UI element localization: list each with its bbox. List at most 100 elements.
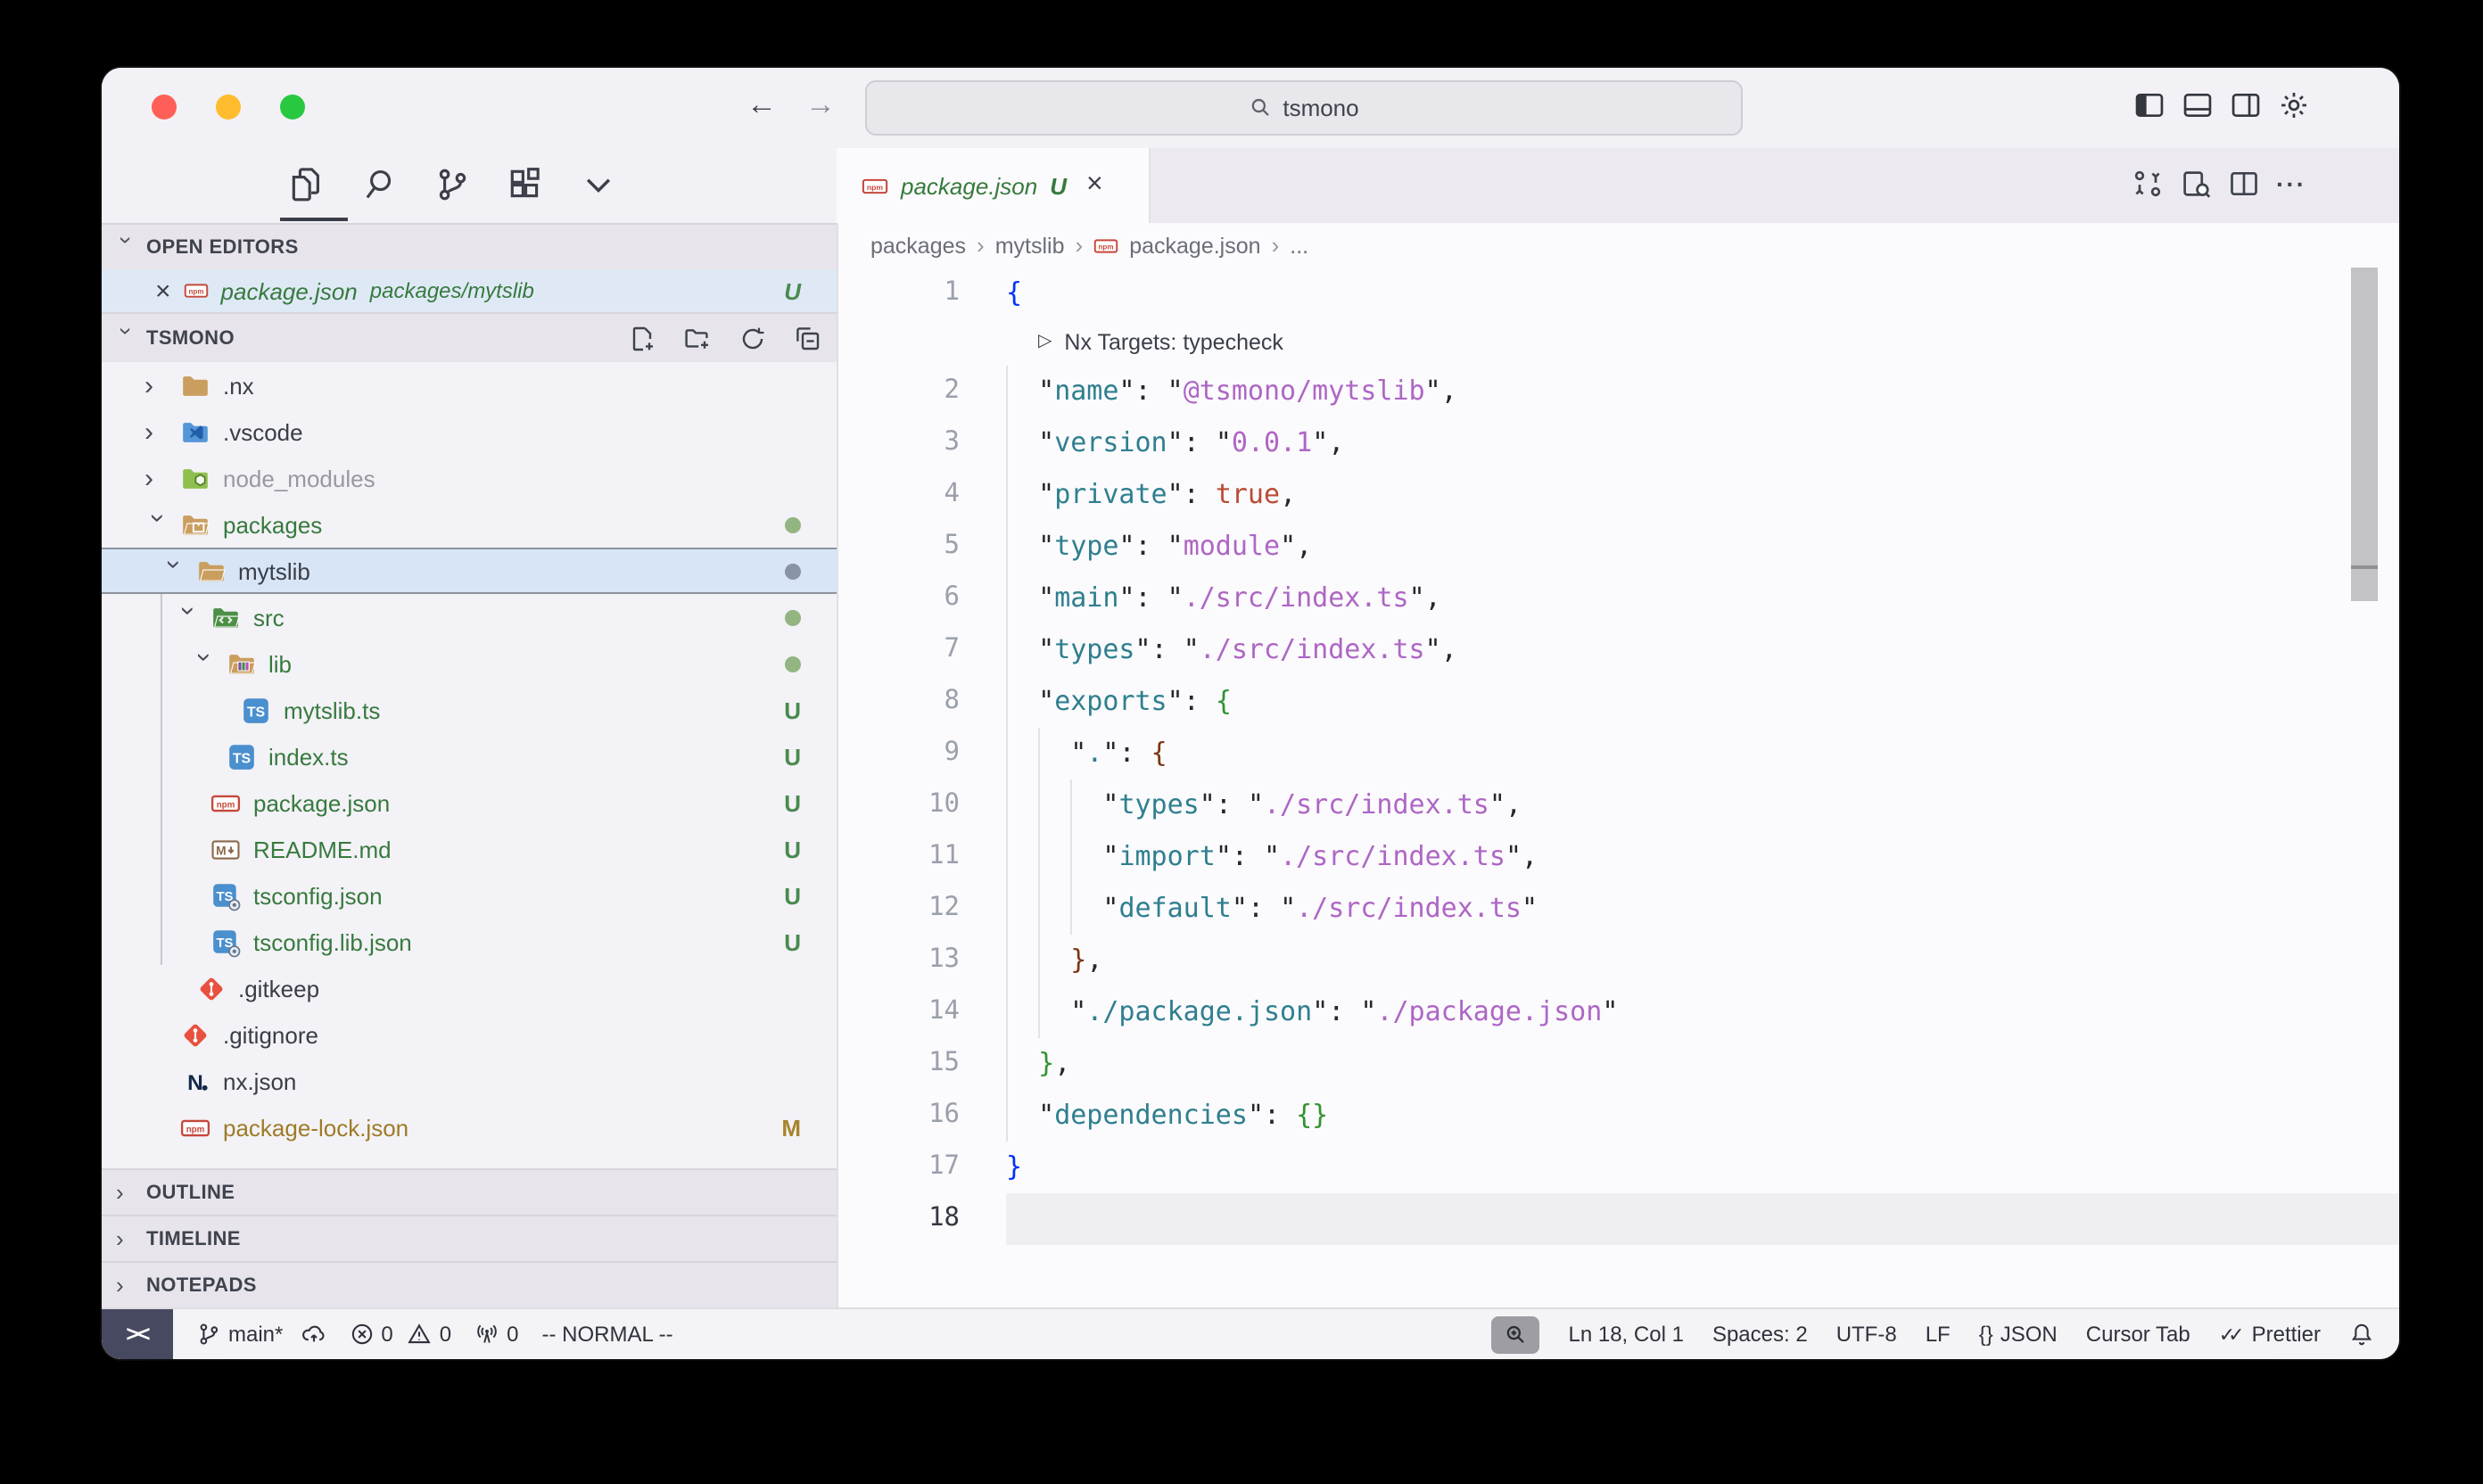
zoom-in-icon: [1505, 1323, 1528, 1346]
tree-item-nx[interactable]: ›.nx: [102, 362, 837, 408]
code-line-14[interactable]: 14 "./package.json": "./package.json": [838, 986, 2399, 1038]
breadcrumb[interactable]: packages › mytslib › npm package.json › …: [838, 223, 2399, 268]
breadcrumb-item[interactable]: packages: [870, 233, 966, 258]
code-line-11[interactable]: 11 "import": "./src/index.ts",: [838, 831, 2399, 883]
formatter-item[interactable]: ✓✓ Prettier: [2219, 1322, 2321, 1347]
tab-package-json[interactable]: npm package.json U ×: [837, 148, 1151, 223]
collapse-folders-icon[interactable]: [794, 324, 822, 352]
git-status-badge: U: [784, 928, 801, 955]
code-line-17[interactable]: 17}: [838, 1142, 2399, 1193]
code-line-13[interactable]: 13 },: [838, 935, 2399, 986]
scrollbar-slider[interactable]: [2351, 268, 2378, 565]
remote-indicator[interactable]: ><: [102, 1309, 173, 1359]
code-line-3[interactable]: 3 "version": "0.0.1",: [838, 417, 2399, 469]
navigate-back-button[interactable]: ←: [742, 87, 781, 123]
tree-item-node-modules[interactable]: ›node_modules: [102, 455, 837, 501]
open-changes-icon[interactable]: [2132, 168, 2164, 200]
tree-item-gitkeep[interactable]: .gitkeep: [102, 965, 837, 1011]
vim-mode-item[interactable]: -- NORMAL --: [542, 1322, 673, 1347]
toggle-panel-icon[interactable]: [2182, 89, 2214, 121]
zoom-indicator[interactable]: [1492, 1315, 1540, 1353]
new-folder-icon[interactable]: [683, 324, 712, 352]
extensions-icon[interactable]: [507, 166, 544, 203]
open-editors-header[interactable]: › OPEN EDITORS: [102, 223, 837, 269]
minimize-window-button[interactable]: [216, 95, 241, 120]
tab-close-icon[interactable]: ×: [1086, 169, 1103, 202]
more-actions-icon[interactable]: ···: [2276, 168, 2306, 200]
line-number: 5: [838, 521, 960, 573]
close-window-button[interactable]: [152, 95, 177, 120]
code-line-7[interactable]: 7 "types": "./src/index.ts",: [838, 624, 2399, 676]
source-control-icon[interactable]: [433, 166, 471, 203]
notifications-item[interactable]: [2349, 1322, 2374, 1347]
tree-item-src[interactable]: ›src: [102, 594, 837, 640]
active-view-indicator: [280, 218, 348, 221]
new-file-icon[interactable]: [628, 324, 656, 352]
code-line-9[interactable]: 9 ".": {: [838, 728, 2399, 779]
tree-item-mytslib[interactable]: ›mytslib: [102, 548, 837, 594]
toggle-secondary-sidebar-icon[interactable]: [2230, 89, 2262, 121]
tree-item-vscode[interactable]: ›.vscode: [102, 408, 837, 455]
tree-item-nx-json[interactable]: Nnx.json: [102, 1058, 837, 1104]
refresh-icon[interactable]: [738, 324, 767, 352]
split-editor-icon[interactable]: [2228, 168, 2260, 200]
line-number: 17: [838, 1142, 960, 1193]
svg-text:npm: npm: [186, 1124, 205, 1134]
tree-item-mytslib-ts[interactable]: TSmytslib.tsU: [102, 687, 837, 733]
tree-item-tsconfig-json[interactable]: TStsconfig.jsonU: [102, 872, 837, 919]
command-center-search[interactable]: tsmono: [865, 80, 1743, 136]
indentation-item[interactable]: Spaces: 2: [1712, 1322, 1808, 1347]
close-editor-icon[interactable]: ×: [155, 276, 171, 306]
breadcrumb-item[interactable]: ...: [1290, 233, 1308, 258]
codelens-nx-targets[interactable]: ▷Nx Targets: typecheck: [838, 319, 2399, 366]
tree-item-packages[interactable]: ›packages: [102, 501, 837, 548]
folder-src-icon: [210, 602, 241, 632]
git-branch-item[interactable]: main*: [196, 1322, 326, 1347]
chevron-down-icon: ›: [173, 606, 203, 641]
open-editor-item[interactable]: × npm package.json packages/mytslib U: [102, 269, 837, 312]
zoom-window-button[interactable]: [280, 95, 305, 120]
cursor-position-item[interactable]: Ln 18, Col 1: [1569, 1322, 1684, 1347]
outline-header[interactable]: › OUTLINE: [102, 1168, 837, 1215]
toggle-primary-sidebar-icon[interactable]: [2133, 89, 2165, 121]
settings-gear-icon[interactable]: [2278, 89, 2310, 121]
code-line-8[interactable]: 8 "exports": {: [838, 676, 2399, 728]
tree-item-gitignore[interactable]: .gitignore: [102, 1011, 837, 1058]
explorer-icon[interactable]: [287, 166, 325, 203]
language-mode-item[interactable]: {} JSON: [1979, 1322, 2058, 1347]
workspace-header[interactable]: › TSMONO: [102, 312, 837, 362]
code-line-5[interactable]: 5 "type": "module",: [838, 521, 2399, 573]
code-line-6[interactable]: 6 "main": "./src/index.ts",: [838, 573, 2399, 624]
open-preview-icon[interactable]: [2180, 168, 2212, 200]
code-line-2[interactable]: 2 "name": "@tsmono/mytslib",: [838, 366, 2399, 417]
tree-item-package-lock-json[interactable]: npmpackage-lock.jsonM: [102, 1104, 837, 1150]
tree-item-index-ts[interactable]: TSindex.tsU: [102, 733, 837, 779]
formatter-label: Prettier: [2252, 1322, 2321, 1347]
ports-item[interactable]: 0: [474, 1322, 518, 1347]
cursor-tab-item[interactable]: Cursor Tab: [2086, 1322, 2190, 1347]
navigate-forward-button[interactable]: →: [801, 87, 840, 123]
code-line-10[interactable]: 10 "types": "./src/index.ts",: [838, 779, 2399, 831]
tree-item-package-json[interactable]: npmpackage.jsonU: [102, 779, 837, 826]
tree-item-tsconfig-lib-json[interactable]: TStsconfig.lib.jsonU: [102, 919, 837, 965]
tree-item-lib[interactable]: ›lib: [102, 640, 837, 687]
eol-item[interactable]: LF: [1926, 1322, 1951, 1347]
code-line-4[interactable]: 4 "private": true,: [838, 469, 2399, 521]
tree-item-readme-md[interactable]: MREADME.mdU: [102, 826, 837, 872]
code-line-16[interactable]: 16 "dependencies": {}: [838, 1090, 2399, 1142]
breadcrumb-item[interactable]: mytslib: [995, 233, 1065, 258]
scrollbar-slider[interactable]: [2351, 569, 2378, 601]
notepads-header[interactable]: › NOTEPADS: [102, 1261, 837, 1307]
code-editor[interactable]: 1{▷Nx Targets: typecheck2 "name": "@tsmo…: [838, 268, 2399, 1307]
code-line-12[interactable]: 12 "default": "./src/index.ts": [838, 883, 2399, 935]
search-view-icon[interactable]: [360, 166, 398, 203]
breadcrumb-item[interactable]: package.json: [1129, 233, 1260, 258]
encoding-item[interactable]: UTF-8: [1836, 1322, 1897, 1347]
code-text: ".": {: [1006, 728, 1167, 779]
code-line-15[interactable]: 15 },: [838, 1038, 2399, 1090]
more-views-chevron-icon[interactable]: [580, 166, 617, 203]
timeline-header[interactable]: › TIMELINE: [102, 1215, 837, 1261]
code-line-1[interactable]: 1{: [838, 268, 2399, 319]
code-line-18[interactable]: 18: [838, 1193, 2399, 1245]
problems-item[interactable]: 0 0: [349, 1322, 451, 1347]
